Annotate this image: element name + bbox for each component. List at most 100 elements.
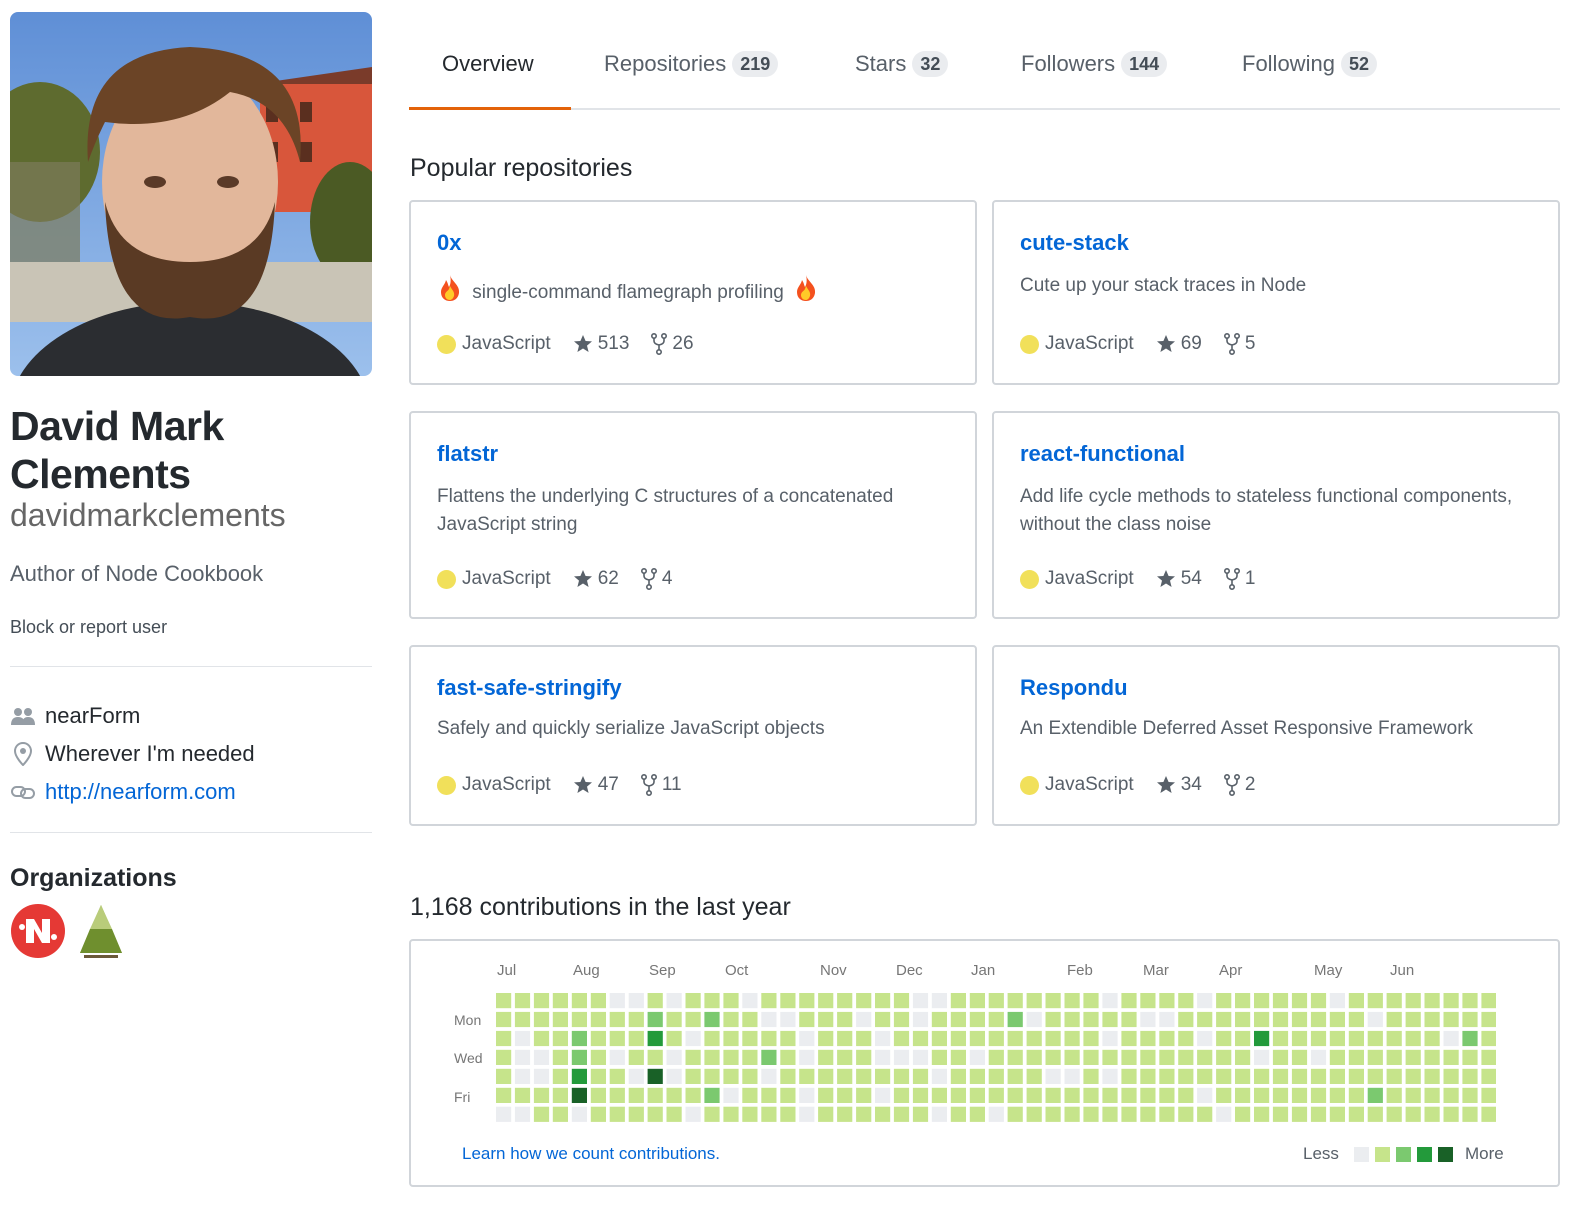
contribution-day[interactable]: [1386, 1068, 1402, 1084]
contribution-day[interactable]: [988, 1011, 1004, 1028]
contribution-day[interactable]: [1367, 1068, 1383, 1084]
contribution-day[interactable]: [912, 1106, 929, 1122]
contribution-day[interactable]: [1026, 1106, 1042, 1122]
repo-stars-link[interactable]: 513: [573, 333, 629, 355]
contribution-day[interactable]: [1121, 1087, 1137, 1103]
contribution-day[interactable]: [1045, 993, 1061, 1009]
contribution-day[interactable]: [950, 1030, 966, 1047]
contribution-day[interactable]: [533, 1106, 550, 1122]
contribution-day[interactable]: [837, 1049, 853, 1065]
contribution-day[interactable]: [780, 1106, 796, 1122]
contribution-day[interactable]: [1235, 1087, 1251, 1103]
contribution-day[interactable]: [704, 993, 720, 1009]
contribution-day[interactable]: [1291, 1106, 1308, 1122]
contribution-day[interactable]: [1272, 1068, 1289, 1084]
contribution-day[interactable]: [666, 1087, 682, 1103]
contribution-day[interactable]: [723, 1087, 739, 1103]
repo-forks-link[interactable]: 26: [651, 333, 694, 355]
contribution-day[interactable]: [628, 1011, 644, 1028]
contribution-day[interactable]: [628, 1068, 644, 1084]
contribution-day[interactable]: [875, 1068, 891, 1084]
contribution-day[interactable]: [931, 1049, 947, 1065]
contribution-day[interactable]: [552, 993, 568, 1009]
contribution-day[interactable]: [742, 1049, 758, 1065]
contribution-day[interactable]: [799, 993, 815, 1009]
contribution-day[interactable]: [590, 1068, 606, 1084]
contribution-day[interactable]: [1462, 1011, 1478, 1028]
contribution-day[interactable]: [1405, 1030, 1421, 1047]
contribution-day[interactable]: [856, 1087, 872, 1103]
contribution-day[interactable]: [571, 1087, 587, 1103]
contribution-day[interactable]: [742, 1087, 758, 1103]
contribution-day[interactable]: [704, 1087, 720, 1103]
contribution-day[interactable]: [1235, 1106, 1251, 1122]
contribution-day[interactable]: [647, 1030, 663, 1047]
contribution-day[interactable]: [514, 1030, 531, 1047]
contribution-day[interactable]: [1026, 1011, 1042, 1028]
contribution-day[interactable]: [1272, 1087, 1289, 1103]
contribution-day[interactable]: [969, 1087, 985, 1103]
contribution-day[interactable]: [1178, 993, 1194, 1009]
contribution-day[interactable]: [1348, 993, 1364, 1009]
repo-forks-link[interactable]: 5: [1223, 333, 1255, 355]
contribution-day[interactable]: [609, 1087, 625, 1103]
contribution-day[interactable]: [1064, 1087, 1080, 1103]
contribution-day[interactable]: [856, 1011, 872, 1028]
contribution-day[interactable]: [1481, 1068, 1496, 1084]
contribution-day[interactable]: [1386, 1011, 1402, 1028]
contribution-day[interactable]: [1159, 1087, 1175, 1103]
contribution-day[interactable]: [1045, 1106, 1061, 1122]
contribution-day[interactable]: [666, 1068, 682, 1084]
contribution-day[interactable]: [988, 1068, 1004, 1084]
contribution-day[interactable]: [856, 1068, 872, 1084]
contribution-day[interactable]: [1348, 1106, 1364, 1122]
contribution-day[interactable]: [1462, 1106, 1478, 1122]
contribution-day[interactable]: [1216, 1030, 1232, 1047]
contribution-day[interactable]: [761, 1087, 777, 1103]
contribution-day[interactable]: [1121, 993, 1137, 1009]
contribution-day[interactable]: [1405, 1087, 1421, 1103]
contribution-day[interactable]: [1178, 1011, 1194, 1028]
contribution-day[interactable]: [780, 1068, 796, 1084]
contribution-day[interactable]: [1254, 1011, 1270, 1028]
tab-stars[interactable]: Stars 32: [855, 20, 949, 108]
contribution-day[interactable]: [1007, 1030, 1023, 1047]
contribution-day[interactable]: [761, 1049, 777, 1065]
contribution-day[interactable]: [931, 1087, 947, 1103]
block-report-link[interactable]: Block or report user: [10, 617, 167, 638]
contribution-day[interactable]: [496, 1011, 512, 1028]
contribution-day[interactable]: [1405, 1011, 1421, 1028]
contribution-day[interactable]: [685, 1011, 701, 1028]
contribution-day[interactable]: [533, 1087, 550, 1103]
contribution-day[interactable]: [1102, 1049, 1118, 1065]
contribution-day[interactable]: [1310, 1087, 1327, 1103]
contribution-day[interactable]: [818, 1011, 834, 1028]
contribution-day[interactable]: [893, 1049, 910, 1065]
contribution-day[interactable]: [912, 1049, 929, 1065]
contribution-day[interactable]: [856, 1049, 872, 1065]
contribution-day[interactable]: [1026, 1049, 1042, 1065]
contribution-day[interactable]: [1481, 1106, 1496, 1122]
contribution-day[interactable]: [969, 1011, 985, 1028]
contribution-day[interactable]: [799, 1011, 815, 1028]
contribution-day[interactable]: [1424, 1030, 1440, 1047]
contribution-day[interactable]: [931, 1030, 947, 1047]
contribution-day[interactable]: [1102, 1011, 1118, 1028]
contribution-day[interactable]: [496, 993, 512, 1009]
contribution-day[interactable]: [780, 993, 796, 1009]
contribution-day[interactable]: [1235, 993, 1251, 1009]
contribution-day[interactable]: [1367, 993, 1383, 1009]
contribution-day[interactable]: [950, 1087, 966, 1103]
contribution-day[interactable]: [496, 1068, 512, 1084]
contribution-day[interactable]: [912, 1011, 929, 1028]
contribution-day[interactable]: [969, 1106, 985, 1122]
contribution-day[interactable]: [1481, 1011, 1496, 1028]
contribution-day[interactable]: [628, 1106, 644, 1122]
contribution-day[interactable]: [609, 1030, 625, 1047]
contribution-day[interactable]: [647, 1049, 663, 1065]
contribution-day[interactable]: [1159, 1030, 1175, 1047]
contribution-day[interactable]: [1178, 1068, 1194, 1084]
contribution-day[interactable]: [1367, 1106, 1383, 1122]
contribution-day[interactable]: [590, 1087, 606, 1103]
contribution-day[interactable]: [950, 1106, 966, 1122]
